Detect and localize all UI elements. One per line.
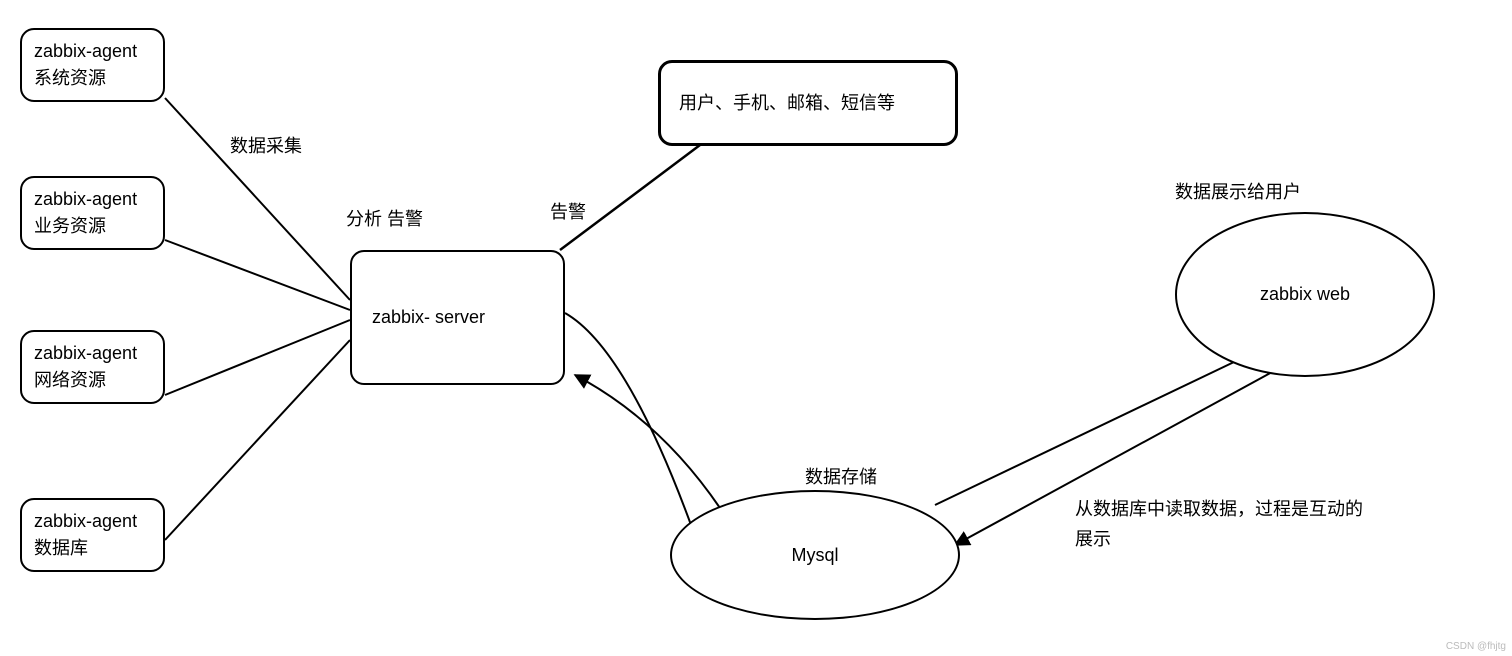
zabbix-web-label: zabbix web: [1260, 284, 1350, 305]
agent-box-database: zabbix-agent 数据库: [20, 498, 165, 572]
agent-line1: zabbix-agent: [34, 38, 151, 65]
agent-box-system: zabbix-agent 系统资源: [20, 28, 165, 102]
zabbix-web-node: zabbix web: [1175, 212, 1435, 377]
label-analyze-alert: 分析 告警: [346, 205, 423, 231]
agent-line2: 数据库: [34, 535, 151, 562]
notify-box: 用户、手机、邮箱、短信等: [658, 60, 958, 146]
agent-box-business: zabbix-agent 业务资源: [20, 176, 165, 250]
notify-label: 用户、手机、邮箱、短信等: [679, 90, 895, 117]
label-store: 数据存储: [805, 463, 877, 489]
label-collect: 数据采集: [230, 132, 302, 158]
agent-line2: 系统资源: [34, 65, 151, 92]
label-alert: 告警: [550, 198, 586, 224]
watermark: CSDN @fhjtg: [1446, 641, 1506, 652]
mysql-label: Mysql: [791, 545, 838, 566]
agent-box-network: zabbix-agent 网络资源: [20, 330, 165, 404]
label-read-line2: 展示: [1075, 525, 1111, 551]
agent-line1: zabbix-agent: [34, 340, 151, 367]
agent-line1: zabbix-agent: [34, 508, 151, 535]
agent-line1: zabbix-agent: [34, 186, 151, 213]
agent-line2: 业务资源: [34, 213, 151, 240]
zabbix-server-label: zabbix- server: [372, 304, 485, 331]
agent-line2: 网络资源: [34, 367, 151, 394]
label-read-line1: 从数据库中读取数据，过程是互动的: [1075, 495, 1363, 521]
label-display: 数据展示给用户: [1175, 178, 1301, 204]
mysql-node: Mysql: [670, 490, 960, 620]
zabbix-server-box: zabbix- server: [350, 250, 565, 385]
